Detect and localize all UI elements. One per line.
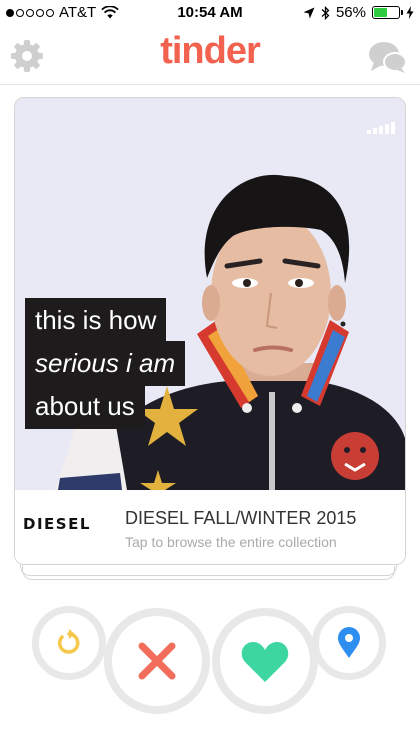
carousel-signal-icon	[367, 122, 395, 134]
model-illustration	[55, 174, 405, 490]
ad-title: DIESEL FALL/WINTER 2015	[125, 508, 357, 528]
tinder-logo: tinder	[160, 30, 261, 72]
charging-bolt-icon	[406, 6, 414, 19]
battery-fill	[374, 8, 387, 17]
battery-percent: 56%	[335, 4, 366, 21]
ad-photo: this is how serious i am about us	[15, 98, 405, 490]
caption-line-2: serious i am	[25, 341, 186, 386]
location-button[interactable]	[312, 606, 386, 680]
like-button[interactable]	[212, 608, 318, 714]
heart-icon	[241, 642, 289, 682]
caption-line-3: about us	[25, 384, 145, 429]
rewind-button[interactable]	[32, 606, 106, 680]
profile-card[interactable]: this is how serious i am about us DIESEL…	[14, 97, 406, 565]
dislike-button[interactable]	[104, 608, 210, 714]
top-navigation-bar: tinder	[0, 26, 420, 85]
location-arrow-icon	[303, 7, 315, 18]
map-pin-icon	[338, 627, 360, 658]
card-stack-edge	[22, 566, 395, 580]
chat-bubbles-icon[interactable]	[368, 40, 408, 74]
battery-icon	[372, 6, 403, 19]
caption-line-1: this is how	[25, 298, 167, 343]
rewind-icon	[57, 629, 80, 654]
bluetooth-icon	[321, 5, 330, 20]
status-bar: AT&T 10:54 AM 56%	[0, 0, 420, 26]
x-icon	[138, 642, 176, 680]
ad-subtitle: Tap to browse the entire collection	[125, 534, 337, 550]
status-right: 56%	[303, 4, 414, 21]
brand-logo: DIESEL	[23, 515, 91, 533]
ad-info-bar[interactable]: DIESEL DIESEL FALL/WINTER 2015 Tap to br…	[15, 490, 405, 564]
